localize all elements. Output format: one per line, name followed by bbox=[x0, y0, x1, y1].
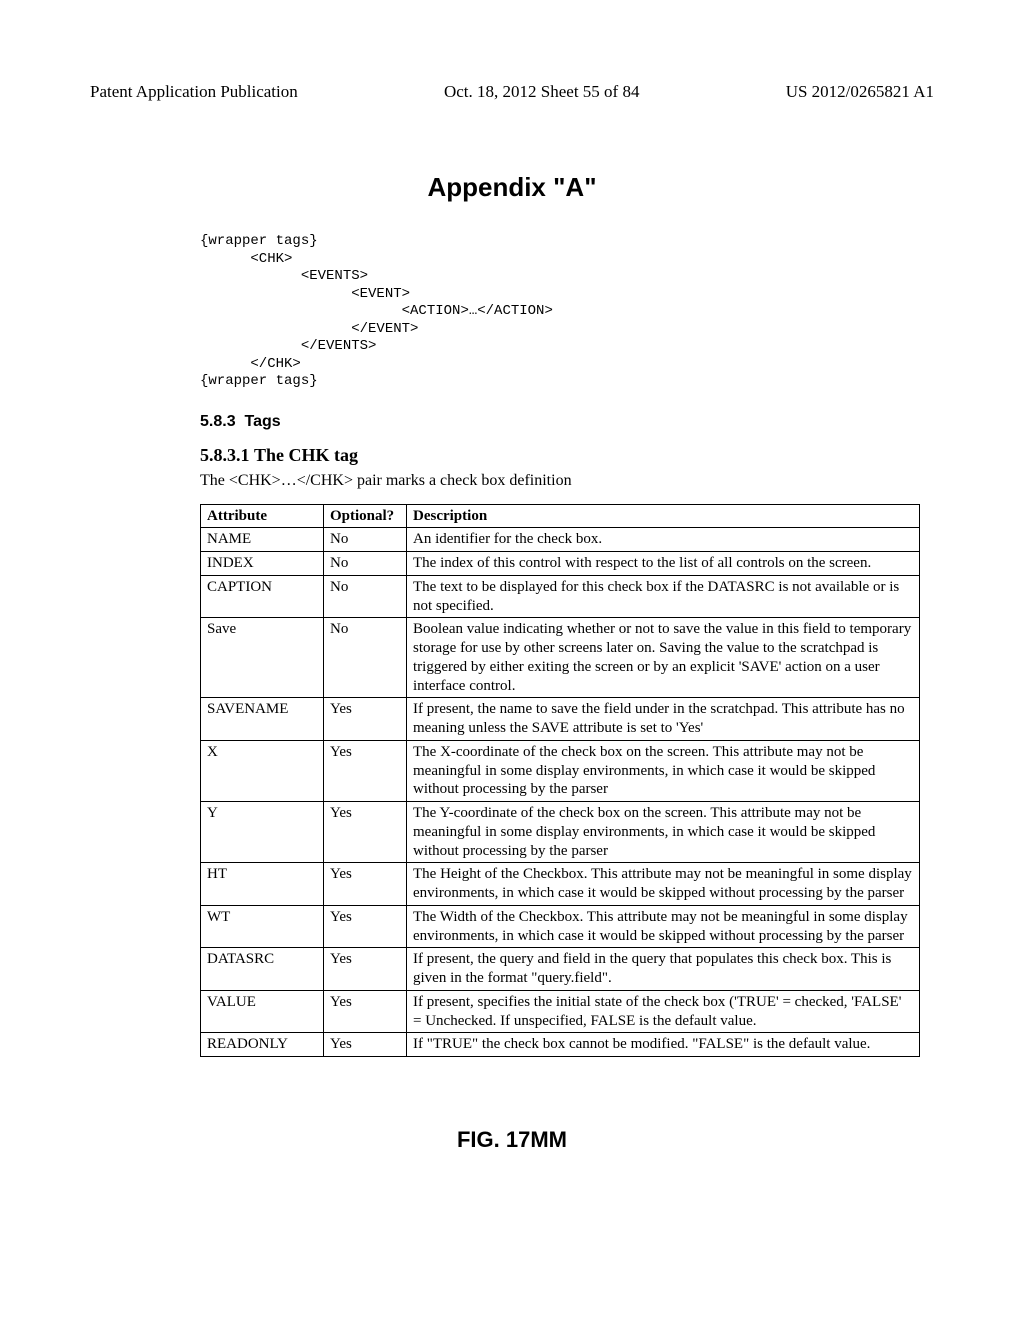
table-row: YYesThe Y-coordinate of the check box on… bbox=[201, 802, 920, 863]
table-row: WTYesThe Width of the Checkbox. This att… bbox=[201, 905, 920, 948]
cell-optional: No bbox=[324, 618, 407, 698]
cell-optional: Yes bbox=[324, 698, 407, 741]
section-title: The CHK tag bbox=[254, 445, 358, 465]
cell-optional: Yes bbox=[324, 1033, 407, 1057]
cell-attribute: DATASRC bbox=[201, 948, 324, 991]
page: Patent Application Publication Oct. 18, … bbox=[0, 0, 1024, 1320]
cell-optional: Yes bbox=[324, 802, 407, 863]
cell-description: The Height of the Checkbox. This attribu… bbox=[407, 863, 920, 906]
section-heading-tags: 5.8.3 Tags bbox=[200, 413, 934, 431]
cell-optional: Yes bbox=[324, 990, 407, 1033]
table-row: XYesThe X-coordinate of the check box on… bbox=[201, 740, 920, 801]
attribute-table: Attribute Optional? Description NAMENoAn… bbox=[200, 504, 920, 1058]
cell-description: If present, the name to save the field u… bbox=[407, 698, 920, 741]
section-number: 5.8.3.1 bbox=[200, 445, 250, 465]
table-row: VALUEYesIf present, specifies the initia… bbox=[201, 990, 920, 1033]
cell-description: The X-coordinate of the check box on the… bbox=[407, 740, 920, 801]
cell-attribute: WT bbox=[201, 905, 324, 948]
cell-optional: No bbox=[324, 552, 407, 576]
cell-description: If present, specifies the initial state … bbox=[407, 990, 920, 1033]
cell-attribute: CAPTION bbox=[201, 575, 324, 618]
cell-optional: Yes bbox=[324, 740, 407, 801]
cell-optional: No bbox=[324, 575, 407, 618]
code-block: {wrapper tags} <CHK> <EVENTS> <EVENT> <A… bbox=[200, 233, 934, 391]
table-row: DATASRCYesIf present, the query and fiel… bbox=[201, 948, 920, 991]
cell-description: The text to be displayed for this check … bbox=[407, 575, 920, 618]
table-header-optional: Optional? bbox=[324, 504, 407, 528]
cell-description: The index of this control with respect t… bbox=[407, 552, 920, 576]
table-row: CAPTIONNoThe text to be displayed for th… bbox=[201, 575, 920, 618]
cell-attribute: VALUE bbox=[201, 990, 324, 1033]
cell-attribute: NAME bbox=[201, 528, 324, 552]
page-header: Patent Application Publication Oct. 18, … bbox=[90, 82, 934, 102]
cell-attribute: Y bbox=[201, 802, 324, 863]
cell-optional: Yes bbox=[324, 948, 407, 991]
cell-description: Boolean value indicating whether or not … bbox=[407, 618, 920, 698]
header-mid: Oct. 18, 2012 Sheet 55 of 84 bbox=[444, 82, 639, 102]
header-left: Patent Application Publication bbox=[90, 82, 298, 102]
table-header-description: Description bbox=[407, 504, 920, 528]
section-title: Tags bbox=[244, 413, 280, 430]
header-right: US 2012/0265821 A1 bbox=[786, 82, 934, 102]
cell-description: The Y-coordinate of the check box on the… bbox=[407, 802, 920, 863]
section-heading-chk-tag: 5.8.3.1 The CHK tag bbox=[200, 445, 934, 466]
cell-optional: Yes bbox=[324, 905, 407, 948]
cell-attribute: X bbox=[201, 740, 324, 801]
table-header-row: Attribute Optional? Description bbox=[201, 504, 920, 528]
cell-attribute: SAVENAME bbox=[201, 698, 324, 741]
figure-caption: FIG. 17MM bbox=[90, 1127, 934, 1153]
table-header-attribute: Attribute bbox=[201, 504, 324, 528]
cell-description: The Width of the Checkbox. This attribut… bbox=[407, 905, 920, 948]
table-row: NAMENoAn identifier for the check box. bbox=[201, 528, 920, 552]
cell-attribute: Save bbox=[201, 618, 324, 698]
appendix-title: Appendix "A" bbox=[90, 172, 934, 203]
table-row: SAVENAMEYesIf present, the name to save … bbox=[201, 698, 920, 741]
table-row: SaveNoBoolean value indicating whether o… bbox=[201, 618, 920, 698]
section-number: 5.8.3 bbox=[200, 413, 236, 430]
cell-optional: No bbox=[324, 528, 407, 552]
cell-optional: Yes bbox=[324, 863, 407, 906]
section-paragraph: The <CHK>…</CHK> pair marks a check box … bbox=[200, 472, 934, 490]
cell-description: An identifier for the check box. bbox=[407, 528, 920, 552]
cell-description: If "TRUE" the check box cannot be modifi… bbox=[407, 1033, 920, 1057]
table-row: READONLYYesIf "TRUE" the check box canno… bbox=[201, 1033, 920, 1057]
cell-attribute: INDEX bbox=[201, 552, 324, 576]
cell-attribute: HT bbox=[201, 863, 324, 906]
table-row: INDEXNoThe index of this control with re… bbox=[201, 552, 920, 576]
cell-description: If present, the query and field in the q… bbox=[407, 948, 920, 991]
table-row: HTYesThe Height of the Checkbox. This at… bbox=[201, 863, 920, 906]
cell-attribute: READONLY bbox=[201, 1033, 324, 1057]
